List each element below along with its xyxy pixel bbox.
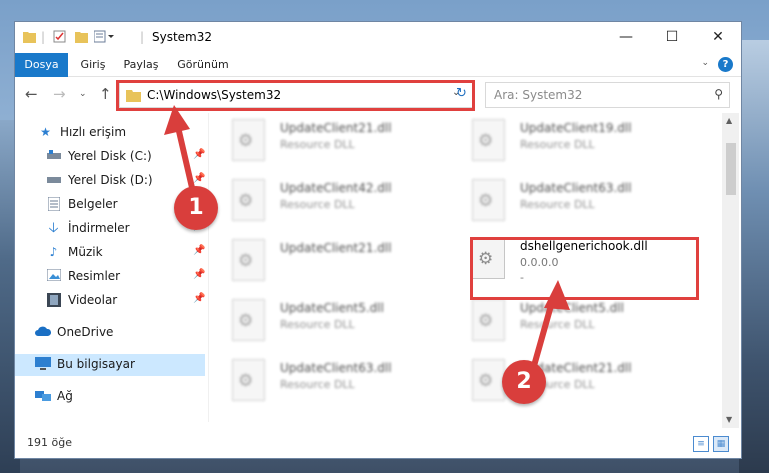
- search-input[interactable]: Ara: System32 ⚲: [485, 82, 730, 108]
- file-type: Resource DLL: [520, 138, 595, 151]
- forward-arrow-icon[interactable]: →: [53, 85, 66, 103]
- file-name: UpdateClient42.dll: [280, 181, 392, 195]
- file-tile[interactable]: ⚙ UpdateClient19.dll Resource DLL: [455, 113, 685, 173]
- video-icon: [46, 293, 61, 308]
- tab-home[interactable]: Giriş: [73, 53, 113, 76]
- drive-icon: [46, 149, 61, 164]
- sidebar-item-videos[interactable]: Videolar 📌: [15, 290, 205, 312]
- pin-icon[interactable]: 📌: [193, 269, 205, 280]
- window-title: System32: [152, 30, 213, 44]
- file-name: UpdateClient19.dll: [520, 121, 632, 135]
- sidebar-item-pictures[interactable]: Resimler 📌: [15, 266, 205, 288]
- network-icon: [35, 389, 51, 404]
- minimize-button[interactable]: —: [603, 22, 649, 53]
- customize-toolbar-icon[interactable]: [93, 30, 116, 46]
- item-count: 191 öğe: [27, 436, 72, 449]
- back-arrow-icon[interactable]: ←: [25, 85, 38, 103]
- file-name: UpdateClient63.dll: [520, 181, 632, 195]
- sidebar-item-label: OneDrive: [57, 325, 114, 339]
- sidebar-item-label: Resimler: [68, 269, 121, 283]
- file-name: UpdateClient63.dll: [280, 361, 392, 375]
- ribbon-tabs: Dosya Giriş Paylaş Görünüm ⌄ ?: [15, 53, 741, 113]
- file-type: Resource DLL: [280, 138, 355, 151]
- file-type: Resource DLL: [280, 198, 355, 211]
- star-icon: ★: [40, 125, 51, 139]
- dll-file-icon: ⚙: [232, 179, 265, 221]
- dll-file-icon: ⚙: [232, 299, 265, 341]
- file-highlight: [470, 237, 699, 300]
- sidebar-item-downloads[interactable]: 🡣 İndirmeler 📌: [15, 218, 205, 240]
- dll-file-icon: ⚙: [232, 239, 265, 281]
- sidebar-item-label: Videolar: [68, 293, 118, 307]
- sidebar-item-label: Yerel Disk (D:): [68, 173, 153, 187]
- properties-icon[interactable]: [53, 30, 66, 46]
- help-button[interactable]: ?: [718, 57, 733, 72]
- dll-file-icon: ⚙: [472, 119, 505, 161]
- sidebar-item-label: Ağ: [57, 389, 73, 403]
- pin-icon[interactable]: 📌: [193, 245, 205, 256]
- dll-file-icon: ⚙: [472, 179, 505, 221]
- music-icon: ♪: [49, 245, 58, 259]
- pin-icon[interactable]: 📌: [193, 293, 205, 304]
- status-bar: 191 öğe ≡ ▦: [15, 432, 741, 458]
- maximize-button[interactable]: ☐: [649, 22, 695, 53]
- sidebar-item-label: İndirmeler: [68, 221, 130, 235]
- separator: |: [140, 30, 145, 44]
- dll-file-icon: ⚙: [472, 359, 505, 401]
- details-view-icon[interactable]: ≡: [693, 436, 709, 452]
- sidebar-item-label: Hızlı erişim: [60, 125, 127, 139]
- search-placeholder: Ara: System32: [494, 88, 583, 102]
- new-folder-icon[interactable]: [75, 30, 88, 46]
- recent-locations-icon[interactable]: ⌄: [79, 89, 87, 99]
- vertical-scrollbar[interactable]: ▲ ▼: [722, 113, 739, 428]
- document-icon: [46, 196, 61, 212]
- sidebar-item-label: Belgeler: [68, 197, 118, 211]
- sidebar-item-label: Bu bilgisayar: [57, 357, 135, 371]
- download-icon: 🡣: [48, 220, 59, 236]
- scrollbar-thumb[interactable]: [726, 143, 736, 195]
- file-tile[interactable]: ⚙ UpdateClient63.dll Resource DLL: [215, 353, 445, 413]
- up-arrow-icon[interactable]: ↑: [99, 85, 112, 103]
- sidebar-item-music[interactable]: ♪ Müzik 📌: [15, 242, 206, 264]
- search-icon[interactable]: ⚲: [714, 87, 723, 101]
- file-tile[interactable]: ⚙ UpdateClient42.dll Resource DLL: [215, 173, 445, 233]
- dll-file-icon: ⚙: [472, 299, 505, 341]
- step-badge-2: 2: [502, 360, 546, 404]
- tab-share[interactable]: Paylaş: [117, 53, 165, 76]
- title-bar: | | System32 — ☐ ✕: [15, 22, 741, 53]
- scroll-down-icon[interactable]: ▼: [726, 415, 732, 424]
- sidebar-item-onedrive[interactable]: OneDrive: [15, 322, 205, 344]
- file-type: Resource DLL: [280, 378, 355, 391]
- computer-icon: [35, 357, 51, 372]
- sidebar-item-label: Yerel Disk (C:): [68, 149, 152, 163]
- expand-ribbon-icon[interactable]: ⌄: [701, 58, 709, 68]
- file-tile[interactable]: ⚙ UpdateClient21.dll Resource DLL: [215, 113, 445, 173]
- file-tile[interactable]: ⚙ UpdateClient21.dll: [215, 233, 445, 293]
- file-type: Resource DLL: [520, 198, 595, 211]
- scroll-up-icon[interactable]: ▲: [726, 116, 732, 125]
- file-tile[interactable]: ⚙ UpdateClient63.dll Resource DLL: [455, 173, 685, 233]
- drive-icon: [46, 173, 61, 188]
- file-tile[interactable]: ⚙ UpdateClient5.dll Resource DLL: [215, 293, 445, 353]
- pictures-icon: [46, 268, 61, 284]
- separator: |: [41, 30, 46, 44]
- sidebar-item-label: Müzik: [68, 245, 103, 259]
- tab-view[interactable]: Görünüm: [172, 53, 234, 76]
- sidebar-item-this-pc[interactable]: Bu bilgisayar: [15, 354, 205, 376]
- cloud-icon: [35, 325, 52, 340]
- dll-file-icon: ⚙: [232, 359, 265, 401]
- step-badge-1: 1: [174, 186, 218, 230]
- file-name: UpdateClient5.dll: [280, 301, 384, 315]
- dll-file-icon: ⚙: [232, 119, 265, 161]
- file-name: UpdateClient21.dll: [280, 121, 392, 135]
- folder-icon[interactable]: [23, 30, 36, 46]
- close-button[interactable]: ✕: [695, 22, 741, 53]
- sidebar-item-network[interactable]: Ağ: [15, 386, 205, 408]
- file-type: Resource DLL: [280, 318, 355, 331]
- file-name: UpdateClient21.dll: [280, 241, 392, 255]
- large-icons-view-icon[interactable]: ▦: [713, 436, 729, 452]
- desktop-background-right: [739, 40, 769, 473]
